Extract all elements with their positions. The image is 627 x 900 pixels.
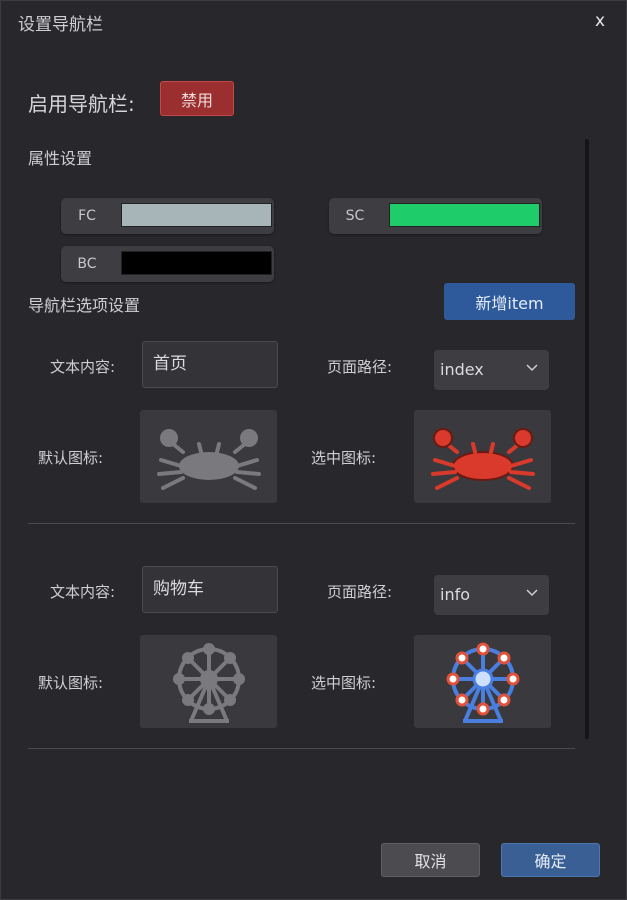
close-button[interactable]: x: [595, 11, 605, 31]
enable-nav-label: 启用导航栏:: [28, 92, 135, 116]
page-path-select[interactable]: index: [434, 350, 549, 390]
settings-dialog: 设置导航栏 x 启用导航栏: 禁用 属性设置 FC SC BC 导航栏选项设置 …: [0, 0, 627, 900]
nav-item-1: 文本内容: 首页 页面路径: index 默认图标: 选中图标:: [1, 341, 601, 541]
attribute-settings-heading: 属性设置: [28, 149, 93, 168]
crab-icon: [430, 427, 535, 490]
text-content-label: 文本内容:: [50, 358, 116, 376]
page-path-value: index: [440, 360, 484, 379]
fc-color-swatch[interactable]: [121, 203, 272, 227]
page-path-value: info: [440, 585, 471, 604]
default-icon-label: 默认图标:: [38, 674, 104, 692]
chevron-down-icon: [526, 364, 538, 372]
dialog-title: 设置导航栏: [18, 15, 103, 35]
bc-color-field[interactable]: BC: [61, 246, 274, 282]
fc-color-field[interactable]: FC: [61, 198, 274, 234]
text-content-input[interactable]: 购物车: [142, 566, 278, 613]
ferris-wheel-icon: [172, 642, 245, 723]
default-icon-picker[interactable]: [140, 410, 277, 503]
ferris-wheel-icon: [446, 642, 519, 723]
selected-icon-picker[interactable]: [414, 410, 551, 503]
page-path-select[interactable]: info: [434, 575, 549, 615]
selected-icon-label: 选中图标:: [311, 449, 377, 467]
item-divider: [28, 748, 575, 749]
crab-icon: [156, 428, 261, 490]
confirm-button[interactable]: 确定: [501, 843, 600, 877]
nav-item-2: 文本内容: 购物车 页面路径: info 默认图标: 选中图标:: [1, 566, 601, 766]
chevron-down-icon: [526, 589, 538, 597]
bc-label: BC: [77, 256, 97, 272]
bc-color-swatch[interactable]: [121, 251, 272, 275]
sc-color-swatch[interactable]: [389, 203, 540, 227]
fc-label: FC: [78, 208, 96, 224]
disable-button[interactable]: 禁用: [160, 81, 234, 116]
text-content-input[interactable]: 首页: [142, 341, 278, 388]
page-path-label: 页面路径:: [327, 583, 393, 601]
sc-label: SC: [345, 208, 365, 224]
default-icon-picker[interactable]: [140, 635, 277, 728]
selected-icon-picker[interactable]: [414, 635, 551, 728]
text-content-label: 文本内容:: [50, 583, 116, 601]
default-icon-label: 默认图标:: [38, 449, 104, 467]
selected-icon-label: 选中图标:: [311, 674, 377, 692]
cancel-button[interactable]: 取消: [381, 843, 480, 877]
add-item-button[interactable]: 新增item: [444, 283, 575, 320]
nav-item-settings-heading: 导航栏选项设置: [28, 296, 141, 315]
sc-color-field[interactable]: SC: [329, 198, 542, 234]
page-path-label: 页面路径:: [327, 358, 393, 376]
item-divider: [28, 523, 575, 524]
